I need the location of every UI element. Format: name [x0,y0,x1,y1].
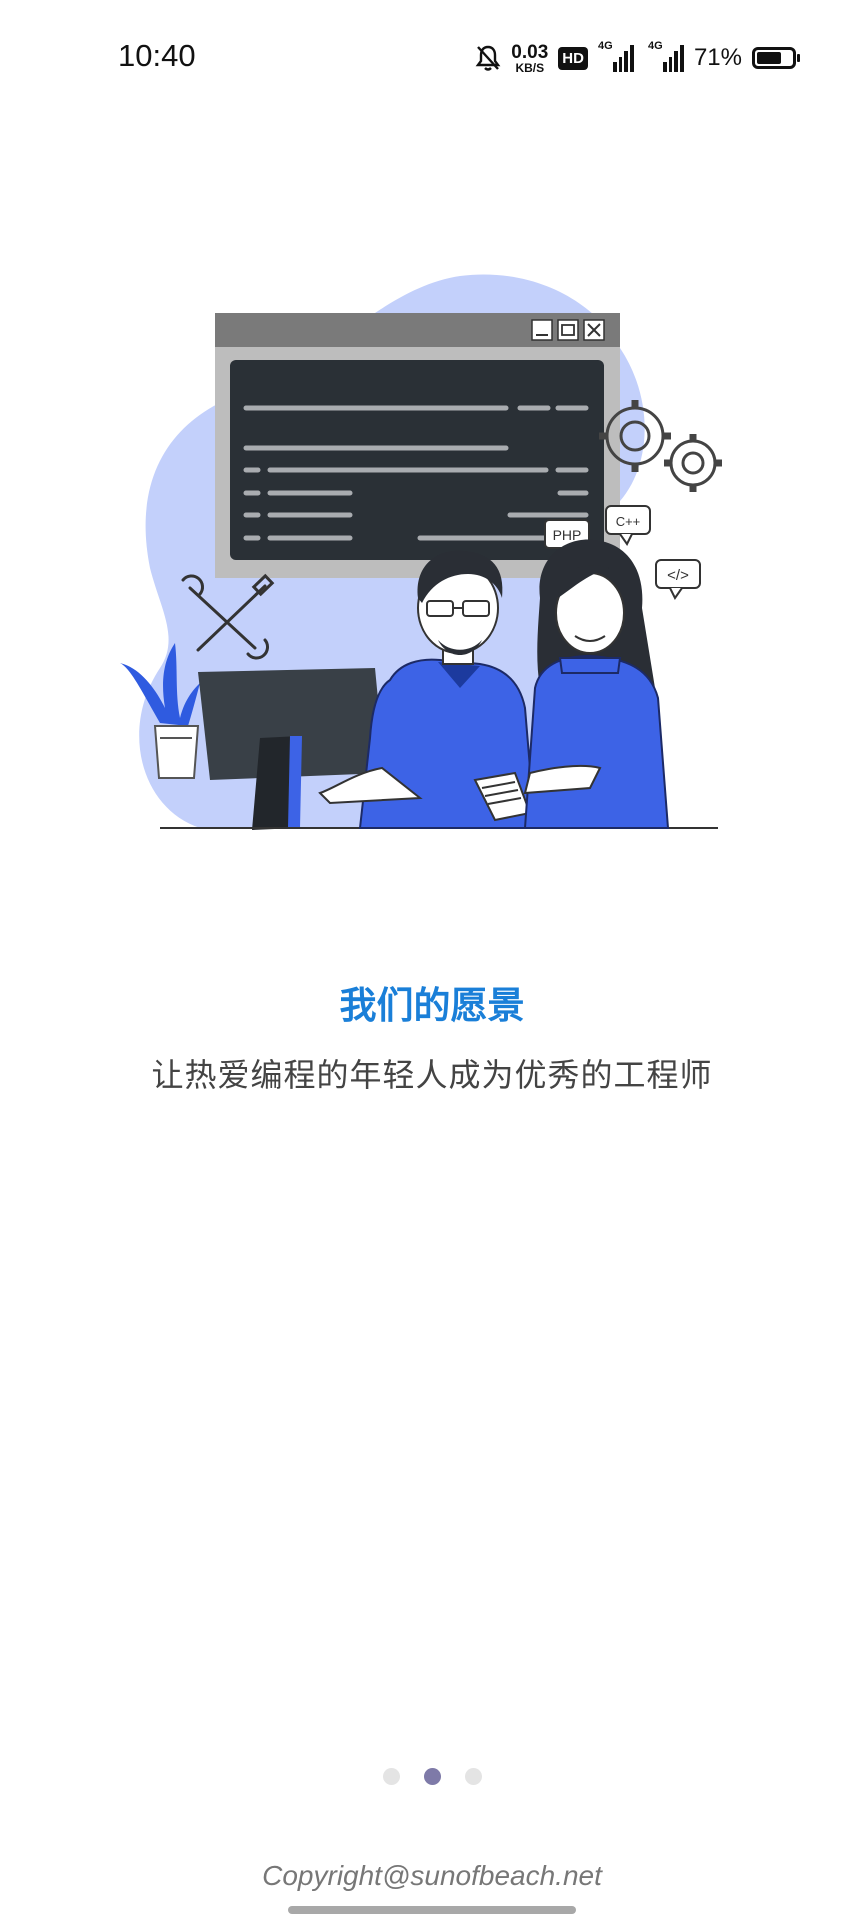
status-bar: 10:40 0.03 KB/S HD 4G 4G 71% [0,0,864,112]
bell-off-icon [475,45,501,71]
status-icons: 0.03 KB/S HD 4G 4G 71% [475,40,800,76]
page-subtitle: 让热爱编程的年轻人成为优秀的工程师 [151,1056,713,1094]
sim2-label: 4G [647,40,663,52]
battery-icon [752,47,800,69]
battery-percent: 71% [693,44,742,71]
signal-icon-2: 4G [644,40,684,72]
network-speed-unit: KB/S [515,60,545,75]
home-indicator[interactable] [288,1906,576,1914]
page-dot[interactable] [423,1768,441,1785]
copyright-text: Copyright@sunofbeach.net [262,1860,602,1891]
page-title: 我们的愿景 [339,984,525,1027]
page-dot[interactable] [464,1768,482,1785]
woman-figure [523,539,670,829]
code-bubble: </> [655,559,701,600]
php-tag: PHP [553,527,582,543]
sim1-label: 4G [597,40,613,52]
page-indicator [0,1768,864,1785]
signal-icon: 4G [598,40,634,72]
code-tag: </> [667,567,689,584]
network-speed-value: 0.03 [511,41,549,63]
vision-illustration: PHP C++ </> [120,274,722,830]
hd-badge: HD [558,46,588,70]
page-dot[interactable] [382,1768,400,1785]
cpp-tag: C++ [616,514,641,529]
status-time: 10:40 [118,38,196,73]
network-speed: 0.03 KB/S [511,43,548,74]
battery-fill [757,52,781,64]
